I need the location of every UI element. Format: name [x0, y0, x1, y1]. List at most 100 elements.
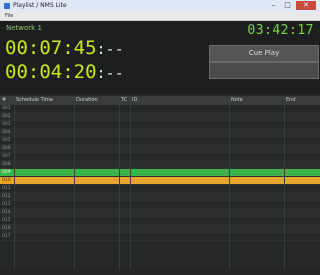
row-duration	[74, 153, 119, 161]
remaining-timer: 00:04:20:--	[5, 61, 124, 83]
row-note	[229, 129, 284, 137]
table-row[interactable]: 012	[0, 193, 320, 201]
row-schedule-time	[14, 185, 74, 193]
table-row[interactable]: 017	[0, 233, 320, 241]
elapsed-timer-value: 00:07:45	[5, 37, 97, 59]
table-row[interactable]: 016	[0, 225, 320, 233]
table-row-live[interactable]: 009	[0, 169, 320, 177]
row-schedule-time	[14, 193, 74, 201]
minimize-icon[interactable]: –	[267, 1, 280, 10]
network-label: Network 1	[6, 24, 42, 32]
column-header-tc[interactable]: TC	[119, 96, 130, 105]
row-duration	[74, 129, 119, 137]
row-number: 011	[2, 186, 11, 191]
column-header-id[interactable]: ID	[130, 96, 229, 105]
row-tc	[119, 121, 130, 129]
row-id	[130, 177, 229, 185]
table-row[interactable]: 002	[0, 113, 320, 121]
table-row[interactable]: 007	[0, 153, 320, 161]
playlist-app: Playlist / NMS Lite – □ ✕ File Network 1…	[0, 0, 320, 275]
row-note	[229, 161, 284, 169]
row-tc	[119, 145, 130, 153]
row-id	[130, 129, 229, 137]
row-note	[229, 121, 284, 129]
row-number: 008	[2, 162, 11, 167]
table-row[interactable]: 014	[0, 209, 320, 217]
column-header-schedule[interactable]: Schedule Time	[14, 96, 74, 105]
table-row[interactable]: 001	[0, 105, 320, 113]
row-tc	[119, 105, 130, 113]
row-duration	[74, 209, 119, 217]
menu-bar: File	[0, 12, 320, 21]
row-tc	[119, 209, 130, 217]
row-note	[229, 153, 284, 161]
table-row[interactable]: 005	[0, 137, 320, 145]
row-schedule-time	[14, 145, 74, 153]
row-number: 012	[2, 194, 11, 199]
row-number: 010	[2, 178, 11, 183]
row-note	[229, 177, 284, 185]
table-row[interactable]: 006	[0, 145, 320, 153]
row-schedule-time	[14, 113, 74, 121]
row-note	[229, 185, 284, 193]
row-tc	[119, 161, 130, 169]
remaining-timer-value: 00:04:20	[5, 61, 97, 83]
table-row[interactable]: 004	[0, 129, 320, 137]
row-id	[130, 217, 229, 225]
row-duration	[74, 105, 119, 113]
column-divider	[119, 96, 120, 275]
row-duration	[74, 169, 119, 177]
row-duration	[74, 201, 119, 209]
row-end	[284, 193, 320, 201]
row-id	[130, 169, 229, 177]
row-note	[229, 193, 284, 201]
table-row[interactable]: 013	[0, 201, 320, 209]
app-icon	[4, 3, 10, 9]
column-divider	[74, 96, 75, 275]
column-header-number[interactable]: #	[0, 96, 14, 105]
row-id	[130, 185, 229, 193]
table-row-next[interactable]: 010	[0, 177, 320, 185]
row-tc	[119, 137, 130, 145]
row-duration	[74, 185, 119, 193]
column-divider	[14, 96, 15, 275]
table-row[interactable]: 003	[0, 121, 320, 129]
row-number: 017	[2, 234, 11, 239]
playlist-table: # Schedule Time Duration TC ID Note End …	[0, 96, 320, 275]
close-icon[interactable]: ✕	[296, 1, 316, 10]
row-id	[130, 137, 229, 145]
row-tc	[119, 185, 130, 193]
elapsed-timer-suffix: :--	[96, 40, 124, 58]
row-tc	[119, 177, 130, 185]
maximize-icon[interactable]: □	[281, 1, 294, 10]
row-end	[284, 137, 320, 145]
row-schedule-time	[14, 209, 74, 217]
row-id	[130, 193, 229, 201]
row-schedule-time	[14, 201, 74, 209]
row-number: 013	[2, 202, 11, 207]
menu-item-file[interactable]: File	[5, 12, 13, 20]
window-title: Playlist / NMS Lite	[13, 2, 67, 9]
column-header-duration[interactable]: Duration	[74, 96, 119, 105]
secondary-button[interactable]	[209, 62, 319, 79]
row-duration	[74, 161, 119, 169]
row-schedule-time	[14, 129, 74, 137]
column-header-end[interactable]: End	[284, 96, 320, 105]
table-row[interactable]: 008	[0, 161, 320, 169]
row-number: 005	[2, 138, 11, 143]
table-row[interactable]: 015	[0, 217, 320, 225]
table-row[interactable]: 011	[0, 185, 320, 193]
row-id	[130, 201, 229, 209]
cue-play-button[interactable]: Cue Play	[209, 45, 319, 62]
row-duration	[74, 121, 119, 129]
column-header-note[interactable]: Note	[229, 96, 284, 105]
row-end	[284, 145, 320, 153]
row-number: 003	[2, 122, 11, 127]
row-number: 002	[2, 114, 11, 119]
row-schedule-time	[14, 137, 74, 145]
row-end	[284, 169, 320, 177]
row-tc	[119, 233, 130, 241]
row-number: 016	[2, 226, 11, 231]
row-tc	[119, 201, 130, 209]
row-note	[229, 217, 284, 225]
